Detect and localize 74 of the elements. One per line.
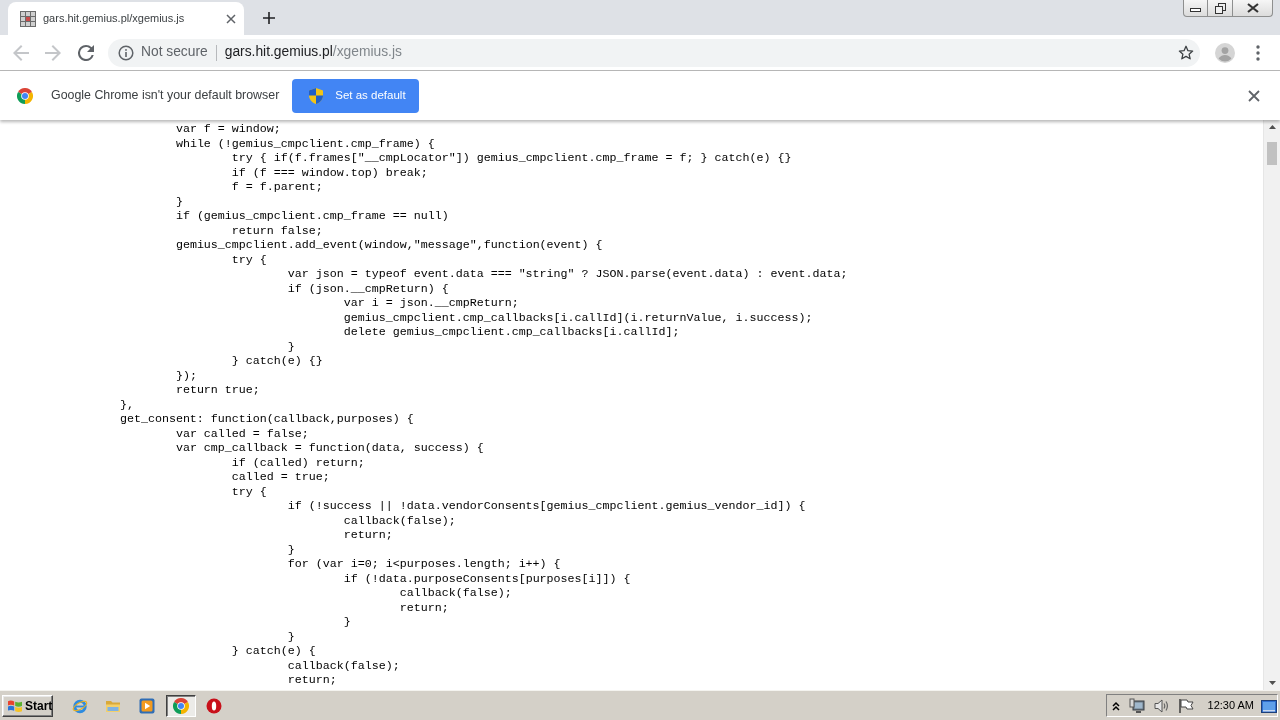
minimize-icon: [1190, 8, 1201, 12]
double-chevron-icon[interactable]: [1111, 700, 1120, 711]
code-line: }: [287, 629, 295, 644]
code-line: }: [175, 194, 183, 209]
code-line: get_consent: function(callback,purposes) {: [119, 412, 414, 426]
code-line: var cmp_callback = function(data, success) {: [175, 441, 484, 455]
code-line: return false;: [231, 223, 323, 238]
security-indicator[interactable]: Not secure: [118, 42, 208, 63]
info-icon: [118, 44, 134, 61]
browser-logo-icon: [173, 697, 189, 714]
code-line: var i = json.__cmpReturn;: [343, 296, 519, 310]
code-line: try {: [231, 484, 267, 499]
infobar-message: Google Chrome isn't your default browser: [51, 87, 280, 105]
desktop-icon[interactable]: [1261, 698, 1277, 713]
scroll-up-arrow-icon[interactable]: [1268, 125, 1276, 129]
minimize-button[interactable]: [1183, 0, 1208, 17]
code-line: }: [343, 615, 351, 629]
grid-favicon-icon: [20, 10, 36, 27]
code-line: },: [119, 397, 134, 412]
set-as-default-button[interactable]: Set as default: [292, 78, 420, 113]
start-button[interactable]: Start: [2, 694, 53, 717]
code-line: gemius_cmpclient.cmp_callbacks[i.callId](i.returnValue, i.success);: [343, 310, 813, 325]
code-line: if (f === window.top) break;: [231, 165, 428, 180]
code-line: var called = false;: [175, 426, 309, 441]
code-line: gemius_cmpclient.add_event(window,"message",function(event) {: [175, 238, 603, 252]
network-icon[interactable]: [1128, 697, 1145, 714]
code-line: callback(false);: [399, 586, 512, 600]
code-line: }: [287, 542, 295, 557]
code-line: if (!success || !data.vendorConsents[gemius_cmpclient.gemius_vendor_id]) {: [287, 499, 806, 513]
code-line: });: [175, 368, 197, 383]
code-line: try {: [231, 252, 267, 267]
code-line: delete gemius_cmpclient.cmp_callbacks[i.callId];: [343, 325, 680, 339]
shield-icon: [309, 87, 324, 104]
close-icon[interactable]: [1248, 89, 1260, 102]
code-line: f = f.parent;: [231, 180, 323, 194]
code-line: return true;: [175, 383, 260, 397]
bookmark-star-icon[interactable]: [1178, 44, 1194, 61]
close-icon: [1246, 3, 1259, 13]
code-line: var json = typeof event.data === "string" ? JSON.parse(event.data) : event.data;: [287, 267, 848, 281]
browser-tab[interactable]: gars.hit.gemius.pl/xgemius.js: [8, 2, 244, 35]
reload-icon[interactable]: [78, 44, 94, 61]
code-line: return;: [399, 600, 449, 615]
code-line: if (json.__cmpReturn) {: [287, 281, 449, 296]
code-line: callback(false);: [287, 658, 400, 673]
code-line: return;: [287, 673, 337, 687]
code-line: var f = window;: [175, 122, 281, 136]
code-line: return;: [343, 528, 393, 542]
play-icon[interactable]: [139, 697, 155, 714]
code-line: try { if(f.frames["__cmpLocator"]) gemius_cmpclient.cmp_frame = f; } catch(e) {}: [231, 151, 792, 165]
code-line: }: [287, 339, 295, 354]
code-line: } catch(e) {: [231, 644, 316, 658]
scroll-down-arrow-icon[interactable]: [1268, 681, 1276, 685]
close-window-button[interactable]: [1233, 0, 1273, 17]
browser-logo-icon: [17, 87, 33, 104]
menu-icon[interactable]: [1256, 44, 1260, 61]
new-tab-plus-icon[interactable]: [263, 11, 275, 24]
clock-time: 12:30 AM: [1207, 698, 1254, 714]
speaker-icon[interactable]: [1152, 697, 1169, 714]
restore-icon: [1214, 2, 1226, 14]
address-bar[interactable]: Not secure gars.hit.gemius.pl/xgemius.js: [108, 38, 1200, 67]
ring-icon: [206, 697, 222, 714]
code-line: } catch(e) {}: [231, 354, 323, 368]
code-line: callback(false);: [343, 513, 456, 528]
code-line: if (!data.purposeConsents[purposes[i]]) {: [343, 571, 631, 586]
code-line: while (!gemius_cmpclient.cmp_frame) {: [175, 136, 435, 151]
taskbar-button[interactable]: [166, 694, 196, 717]
code-line: if (called) return;: [231, 455, 365, 470]
code-line: called = true;: [231, 470, 330, 484]
restore-button[interactable]: [1208, 0, 1233, 17]
flag-icon[interactable]: [1177, 697, 1194, 714]
close-tab-icon[interactable]: [226, 13, 236, 24]
code-line: for (var i=0; i<purposes.length; i++) {: [287, 557, 561, 571]
scrollbar-thumb[interactable]: [1267, 142, 1277, 165]
code-line: if (gemius_cmpclient.cmp_frame == null): [175, 209, 449, 223]
